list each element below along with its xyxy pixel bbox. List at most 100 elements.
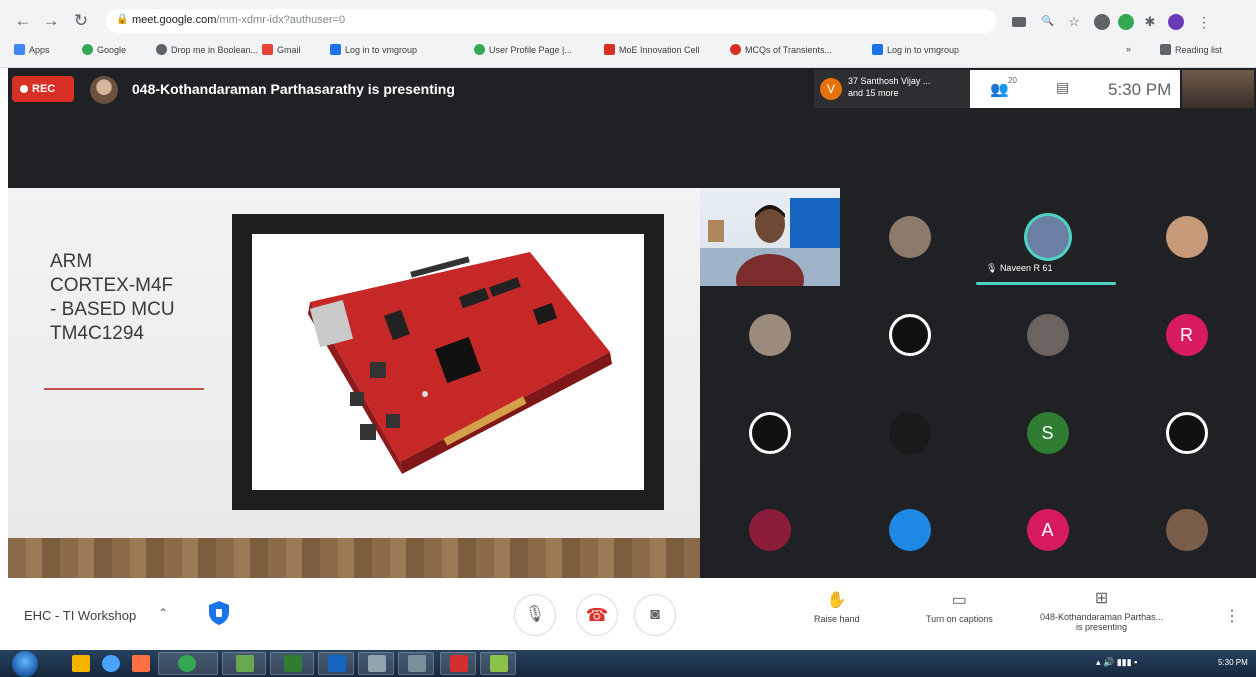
puzzle-icon[interactable]: ✱ <box>1142 14 1158 30</box>
bookmark-vmgroup-2[interactable]: Log in to vmgroup <box>872 44 959 55</box>
meet-top-bar: REC 048-Kothandaraman Parthasarathy is p… <box>8 68 1256 113</box>
hand-icon: ✋ <box>826 592 847 609</box>
participant-tile[interactable] <box>840 481 979 578</box>
app-icon[interactable] <box>490 655 508 672</box>
forward-icon[interactable]: → <box>40 10 62 32</box>
bookmark-label: Log in to vmgroup <box>345 44 418 55</box>
hang-up-icon: ☎ <box>585 605 609 625</box>
mcu-board-image <box>308 252 612 474</box>
participant-tile[interactable] <box>840 286 979 383</box>
people-icon[interactable]: 👥 <box>990 80 1009 98</box>
presenting-button[interactable]: ⊞ 048-Kothandaraman Parthas... is presenti… <box>1040 588 1163 632</box>
speaking-participant-name: 🎙 Naveen R 61 <box>986 263 1053 273</box>
site-icon <box>330 44 341 55</box>
speaker-avatar: V <box>820 78 842 100</box>
address-bar[interactable]: 🔒 meet.google.com/mm-xdmr-idx?authuser=0 <box>106 9 996 33</box>
lock-icon: 🔒 <box>116 14 129 25</box>
captions-button[interactable]: ▭ Turn on captions <box>926 590 993 624</box>
raise-hand-label: Raise hand <box>814 614 860 624</box>
participant-video-tile[interactable] <box>700 188 840 286</box>
excel-icon[interactable] <box>284 655 302 672</box>
bookmark-drop[interactable]: Drop me in Boolean... <box>156 44 258 55</box>
participant-tile[interactable] <box>1117 188 1256 285</box>
profile-avatar[interactable] <box>1168 14 1184 30</box>
participant-avatar: A <box>1026 508 1069 551</box>
camera-button[interactable]: ◙ <box>634 594 676 636</box>
search-icon[interactable]: 🔍 <box>1040 14 1056 30</box>
participant-avatar <box>888 508 931 551</box>
kebab-menu-icon[interactable]: ⋮ <box>1196 14 1212 30</box>
participant-avatar <box>1165 411 1208 454</box>
pdf-icon[interactable] <box>450 655 468 672</box>
reading-list[interactable]: Reading list <box>1160 44 1222 55</box>
bookmark-label: Gmail <box>277 44 301 55</box>
participant-tile[interactable] <box>700 286 839 383</box>
explorer-icon[interactable] <box>72 655 90 672</box>
participant-tile[interactable]: A <box>978 481 1117 578</box>
participant-tile[interactable]: S <box>978 384 1117 481</box>
participant-tile[interactable] <box>978 286 1117 383</box>
globe-icon <box>156 44 167 55</box>
bookmark-google[interactable]: Google <box>82 44 126 55</box>
title-underline <box>44 388 204 390</box>
camera-indicator-icon[interactable] <box>1012 17 1026 27</box>
leave-call-button[interactable]: ☎ <box>576 594 618 636</box>
speaker-text: 37 Santhosh Vijay ... and 15 more <box>848 75 930 99</box>
participant-video <box>700 198 840 286</box>
media-icon[interactable] <box>102 655 120 672</box>
reading-list-label: Reading list <box>1175 44 1223 55</box>
word-icon[interactable] <box>328 655 346 672</box>
bookmark-mcqs[interactable]: MCQs of Transients... <box>730 44 832 55</box>
gmail-icon <box>262 44 273 55</box>
participant-avatar <box>1165 215 1208 258</box>
extension-icon[interactable] <box>1094 14 1110 30</box>
microphone-button[interactable]: 🎙 <box>514 594 556 636</box>
participant-tile[interactable] <box>700 384 839 481</box>
reload-icon[interactable]: ↻ <box>70 10 92 32</box>
chat-icon[interactable]: ▤ <box>1056 79 1069 96</box>
presenting-label: 048-Kothandaraman Parthas... <box>1040 612 1164 622</box>
chevron-up-icon[interactable]: ⌃ <box>158 606 168 620</box>
start-button[interactable] <box>12 651 38 677</box>
extension-icon[interactable] <box>1118 14 1134 30</box>
reading-list-icon <box>1160 44 1171 55</box>
presenter-avatar <box>90 76 118 104</box>
participant-tile[interactable] <box>840 188 979 285</box>
participant-avatar <box>748 411 791 454</box>
app-icon[interactable] <box>132 655 150 672</box>
active-speakers-pill[interactable]: V 37 Santhosh Vijay ... and 15 more <box>814 70 972 108</box>
raise-hand-button[interactable]: ✋ Raise hand <box>814 590 860 624</box>
slide-title-line: ARM <box>50 251 93 272</box>
monitor-icon[interactable] <box>408 655 426 672</box>
shield-icon[interactable] <box>208 600 230 626</box>
windows-taskbar: ▴ 🔊 ▮▮▮ ▪ 5:30 PM <box>0 650 1256 677</box>
presentation-slide: ARM CORTEX-M4F - BASED MCU TM4C1294 <box>8 188 700 578</box>
more-options-icon[interactable]: ⋮ <box>1224 606 1240 626</box>
participant-avatar <box>748 508 791 551</box>
back-icon[interactable]: ← <box>12 10 34 32</box>
chevron-double-icon[interactable]: » <box>1126 44 1131 54</box>
meeting-details-button[interactable]: EHC - TI Workshop <box>24 608 136 623</box>
participant-tile[interactable] <box>840 384 979 481</box>
participant-tile[interactable] <box>1117 481 1256 578</box>
slide-title-line: TM4C1294 <box>50 323 144 344</box>
bookmark-moe[interactable]: MoE Innovation Cell <box>604 44 700 55</box>
bookmark-apps[interactable]: Apps <box>14 44 50 55</box>
bookmark-user-profile[interactable]: User Profile Page |... <box>474 44 572 55</box>
participant-tile[interactable]: R <box>1117 286 1256 383</box>
site-icon <box>872 44 883 55</box>
participant-avatar <box>888 215 931 258</box>
participant-tile[interactable] <box>1117 384 1256 481</box>
participant-tile[interactable] <box>700 481 839 578</box>
system-tray[interactable]: ▴ 🔊 ▮▮▮ ▪ <box>1096 657 1137 668</box>
bookmark-gmail[interactable]: Gmail <box>262 44 301 55</box>
taskbar-clock: 5:30 PM <box>1218 658 1248 667</box>
bookmark-label: Google <box>97 44 127 55</box>
bookmark-vmgroup[interactable]: Log in to vmgroup <box>330 44 417 55</box>
star-icon[interactable]: ☆ <box>1066 14 1082 30</box>
chrome-icon[interactable] <box>178 655 196 672</box>
folder-icon[interactable] <box>236 655 254 672</box>
window-icon[interactable] <box>368 655 386 672</box>
self-view-thumbnail[interactable] <box>1182 70 1254 108</box>
picture-frame <box>232 214 664 510</box>
